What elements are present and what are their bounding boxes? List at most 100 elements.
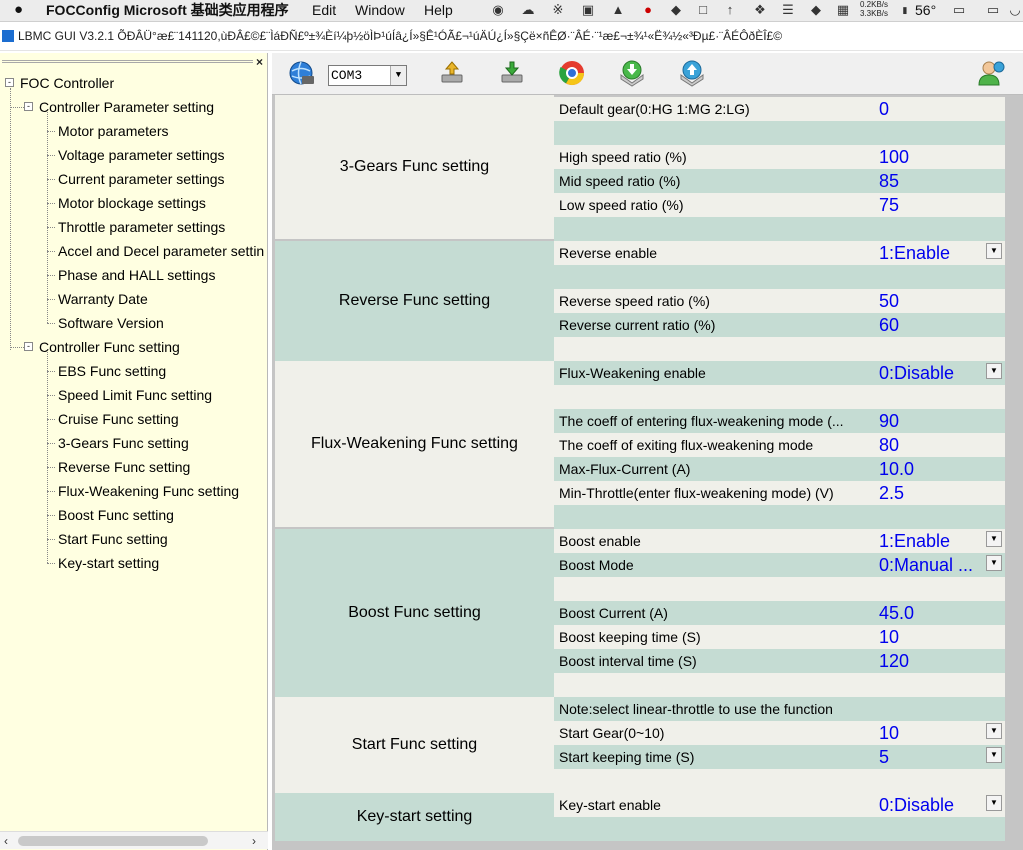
cpu-icon[interactable]: ▮ [900,2,910,18]
tree-line [47,395,55,396]
list-icon[interactable]: ☰ [780,2,796,18]
temperature[interactable]: 56° [915,1,936,19]
setting-value[interactable]: 50 [879,289,899,313]
monitor-icon[interactable]: ▦ [835,2,851,18]
expand-group2-icon[interactable]: - [24,342,33,351]
tree-item-key-start[interactable]: Key-start setting [58,553,159,573]
tree-line [47,299,55,300]
setting-value[interactable]: 0:Disable [879,361,954,385]
download-icon[interactable] [617,58,647,88]
apple-icon[interactable]: ● [14,1,23,19]
tree-line [47,112,48,323]
tree-item-start[interactable]: Start Func setting [58,529,168,549]
setting-value[interactable]: 100 [879,145,909,169]
scrollbar-thumb[interactable] [18,836,208,846]
tree-item-phase-hall[interactable]: Phase and HALL settings [58,265,215,285]
dropdown-arrow-icon[interactable]: ▼ [986,723,1002,739]
panel-gripper[interactable] [2,60,253,63]
dropdown-arrow-icon[interactable]: ▼ [986,795,1002,811]
dropdown-arrow-icon[interactable]: ▼ [986,363,1002,379]
setting-value[interactable]: 60 [879,313,899,337]
setting-row-boost-enable: Boost enable 1:Enable ▼ [554,529,1005,553]
tree-item-software-version[interactable]: Software Version [58,313,164,333]
tree-item-throttle[interactable]: Throttle parameter settings [58,217,225,237]
dropdown-arrow-icon[interactable]: ▼ [986,531,1002,547]
tree-group-controller-parameter[interactable]: Controller Parameter setting [39,97,214,117]
tree-item-accel-decel[interactable]: Accel and Decel parameter settin [58,241,264,261]
close-panel-icon[interactable]: × [256,55,263,69]
setting-value[interactable]: 80 [879,433,899,457]
bluetooth-icon[interactable]: ※ [550,2,566,18]
grid-icon[interactable]: ❖ [752,2,768,18]
tree-item-motor-parameters[interactable]: Motor parameters [58,121,168,141]
menu-edit[interactable]: Edit [312,1,336,19]
tree-item-speed-limit[interactable]: Speed Limit Func setting [58,385,212,405]
tree-item-current[interactable]: Current parameter settings [58,169,225,189]
setting-value[interactable]: 10 [879,721,899,745]
tree-line [47,467,55,468]
tree-item-ebs[interactable]: EBS Func setting [58,361,166,381]
scroll-left-icon[interactable]: ‹ [4,834,8,848]
tree-item-blockage[interactable]: Motor blockage settings [58,193,206,213]
setting-value[interactable]: 10.0 [879,457,914,481]
tree-item-voltage[interactable]: Voltage parameter settings [58,145,225,165]
dropdown-arrow-icon[interactable]: ▼ [986,243,1002,259]
expand-root-icon[interactable]: - [5,78,14,87]
window-title: LBMC GUI V3.2.1 ÕÐÂÜ°æ£¨141120,ùÐÂ£©£¨Ìá… [18,29,783,43]
tree-item-cruise[interactable]: Cruise Func setting [58,409,179,429]
setting-label: Boost enable [559,533,641,549]
setting-value[interactable]: 0 [879,97,889,121]
dropbox-icon[interactable]: ◆ [808,2,824,18]
dropdown-arrow-icon[interactable]: ▼ [986,555,1002,571]
tree-item-3-gears[interactable]: 3-Gears Func setting [58,433,189,453]
setting-value[interactable]: 90 [879,409,899,433]
window-icon[interactable]: □ [695,2,711,18]
status-app-icon[interactable]: ◉ [490,2,506,18]
setting-value[interactable]: 45.0 [879,601,914,625]
tree-item-flux-weakening[interactable]: Flux-Weakening Func setting [58,481,239,501]
battery-icon[interactable]: ▭ [984,2,1002,18]
tree-item-reverse[interactable]: Reverse Func setting [58,457,190,477]
setting-value[interactable]: 1:Enable [879,241,950,265]
write-device-icon[interactable] [497,58,527,88]
connect-globe-icon[interactable] [286,58,316,88]
setting-value[interactable]: 75 [879,193,899,217]
tool-icon[interactable]: ▣ [580,2,596,18]
user-icon[interactable] [976,58,1006,88]
menu-help[interactable]: Help [424,1,453,19]
com-port-select[interactable]: COM3 ▼ [328,65,407,86]
notification-icon[interactable]: ▲ [610,2,626,18]
setting-value[interactable]: 5 [879,745,889,769]
cloud-icon[interactable]: ☁ [520,2,536,18]
setting-value[interactable]: 120 [879,649,909,673]
setting-value[interactable]: 10 [879,625,899,649]
scroll-right-icon[interactable]: › [252,834,256,848]
setting-value[interactable]: 1:Enable [879,529,950,553]
setting-row-flux-enter-coeff: The coeff of entering flux-weakening mod… [554,409,1005,433]
read-device-icon[interactable] [437,58,467,88]
dropdown-arrow-icon[interactable]: ▼ [986,747,1002,763]
app-name-menu[interactable]: FOCConfig Microsoft 基础类应用程序 [46,1,289,19]
section-title-flux-weakening: Flux-Weakening Func setting [275,361,554,527]
tree-line [47,131,55,132]
tree-item-boost[interactable]: Boost Func setting [58,505,174,525]
tree-group-controller-func[interactable]: Controller Func setting [39,337,180,357]
expand-group1-icon[interactable]: - [24,102,33,111]
setting-value[interactable]: 0:Disable [879,793,954,817]
setting-value[interactable]: 85 [879,169,899,193]
menu-window[interactable]: Window [355,1,405,19]
airplay-icon[interactable]: ▭ [950,2,968,18]
setting-label: Reverse speed ratio (%) [559,293,710,309]
mic-icon[interactable]: ↑ [722,2,738,18]
tree-horizontal-scrollbar[interactable]: ‹ › [0,831,268,849]
setting-value[interactable]: 2.5 [879,481,904,505]
upload-icon[interactable] [677,58,707,88]
chevron-down-icon[interactable]: ▼ [390,66,406,85]
tree-root[interactable]: FOC Controller [20,73,114,93]
chrome-icon[interactable] [557,58,587,88]
zz-icon[interactable]: ● [640,2,656,18]
wifi-icon[interactable]: ◡ [1008,2,1022,18]
setting-value[interactable]: 0:Manual ... [879,553,973,577]
evernote-icon[interactable]: ◆ [668,2,684,18]
tree-item-warranty[interactable]: Warranty Date [58,289,148,309]
